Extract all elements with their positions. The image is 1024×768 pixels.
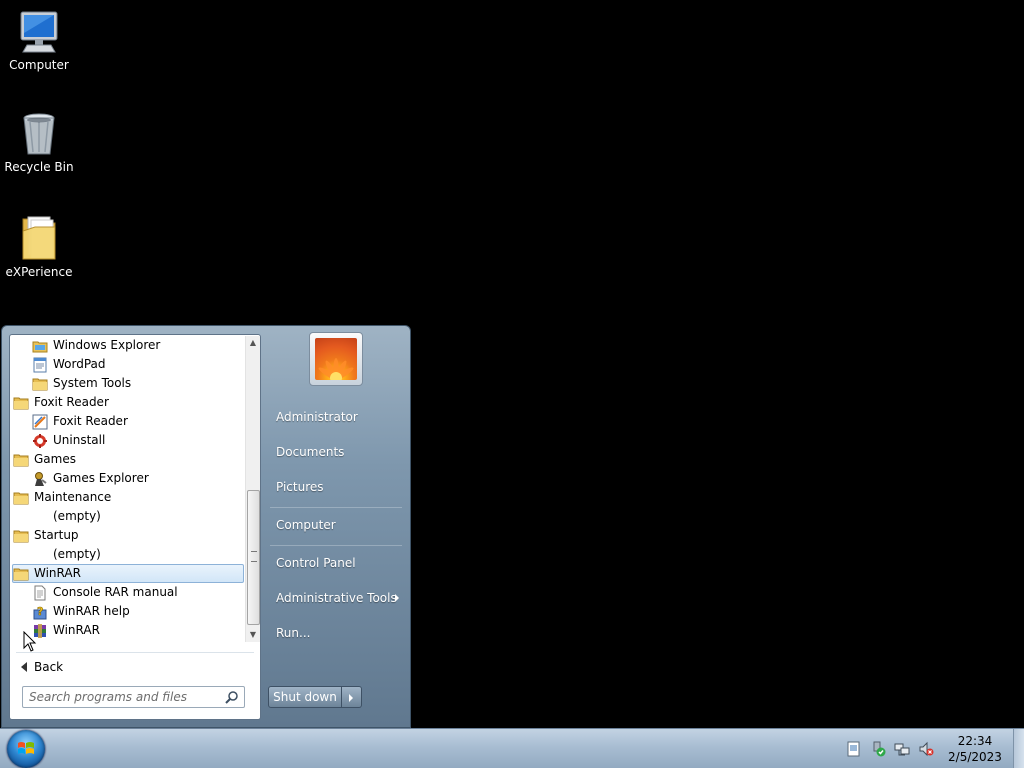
desktop-icon-experience[interactable]: eXPerience (0, 213, 78, 279)
windows-explorer-icon (32, 341, 48, 353)
program-uninstall[interactable]: Uninstall (12, 431, 244, 450)
desktop-icon-recycle-bin[interactable]: Recycle Bin (0, 110, 78, 174)
folder-icon (22, 216, 56, 260)
folder-icon (13, 568, 29, 581)
taskbar-clock[interactable]: 22:34 2/5/2023 (946, 733, 1004, 765)
start-button[interactable] (7, 730, 45, 768)
program-windows-explorer[interactable]: Windows Explorer (12, 336, 244, 355)
programs-scrollbar[interactable]: ▲ ▼ (245, 336, 260, 642)
menu-pictures[interactable]: Pictures (276, 480, 324, 494)
program-empty: (empty) (53, 509, 101, 523)
windows-logo-icon (18, 742, 34, 754)
volume-muted-icon[interactable] (918, 741, 934, 757)
text-document-icon (34, 585, 46, 601)
search-icon[interactable] (225, 690, 239, 704)
program-console-rar-manual[interactable]: Console RAR manual (12, 583, 244, 602)
scroll-thumb[interactable] (247, 490, 260, 625)
desktop-icon-label: Computer (9, 58, 69, 72)
flower-icon (318, 358, 354, 380)
programs-pane: Windows Explorer WordPad System Tools Fo… (9, 334, 261, 720)
desktop-icon-label: eXPerience (5, 265, 73, 279)
shutdown-options-button[interactable] (342, 686, 362, 708)
folder-icon (13, 454, 29, 467)
menu-computer[interactable]: Computer (276, 518, 336, 532)
back-button[interactable]: Back (19, 657, 119, 677)
program-winrar[interactable]: WinRAR (12, 621, 244, 640)
program-folder-maintenance[interactable]: Maintenance (12, 488, 244, 507)
scroll-down-arrow-icon[interactable]: ▼ (246, 628, 260, 642)
folder-icon (13, 492, 29, 505)
folder-icon (13, 397, 29, 410)
desktop-icon-computer[interactable]: Computer (0, 8, 78, 72)
uninstall-icon (33, 434, 47, 448)
menu-administrative-tools[interactable]: Administrative Tools (276, 591, 397, 605)
program-folder-games[interactable]: Games (12, 450, 244, 469)
search-input[interactable] (29, 689, 215, 705)
separator (16, 652, 254, 653)
program-folder-foxit-reader[interactable]: Foxit Reader (12, 393, 244, 412)
shutdown-button[interactable]: Shut down (268, 686, 342, 708)
separator (270, 545, 402, 546)
search-box[interactable] (22, 686, 245, 708)
program-folder-winrar[interactable]: WinRAR (12, 564, 244, 583)
program-folder-startup[interactable]: Startup (12, 526, 244, 545)
clock-time: 22:34 (957, 734, 993, 748)
menu-run[interactable]: Run... (276, 626, 310, 640)
user-picture[interactable] (309, 332, 363, 386)
safely-remove-hardware-icon[interactable] (870, 741, 886, 757)
scroll-up-arrow-icon[interactable]: ▲ (246, 336, 260, 350)
program-games-explorer[interactable]: Games Explorer (12, 469, 244, 488)
games-explorer-icon (35, 472, 47, 486)
folder-icon (32, 378, 48, 391)
taskbar: 22:34 2/5/2023 (0, 728, 1024, 768)
menu-administrator[interactable]: Administrator (276, 410, 358, 424)
program-wordpad[interactable]: WordPad (12, 355, 244, 374)
folder-icon (13, 530, 29, 543)
start-menu: Windows Explorer WordPad System Tools Fo… (1, 325, 411, 728)
desktop-icon-label: Recycle Bin (4, 160, 74, 174)
help-icon: ? (33, 605, 47, 620)
clock-date: 2/5/2023 (948, 750, 1002, 764)
separator (270, 507, 402, 508)
menu-documents[interactable]: Documents (276, 445, 344, 459)
computer-icon (20, 11, 58, 53)
user-avatar (315, 338, 357, 380)
all-programs-list: Windows Explorer WordPad System Tools Fo… (10, 335, 244, 643)
menu-control-panel[interactable]: Control Panel (276, 556, 356, 570)
network-icon[interactable] (894, 741, 910, 757)
recycle-bin-icon (23, 113, 55, 155)
program-winrar-help[interactable]: ? WinRAR help (12, 602, 244, 621)
svg-text:?: ? (37, 605, 43, 618)
mouse-cursor-icon (23, 631, 37, 652)
program-foxit-reader[interactable]: Foxit Reader (12, 412, 244, 431)
show-desktop-button[interactable] (1013, 729, 1024, 768)
program-empty: (empty) (53, 547, 101, 561)
foxit-reader-icon (32, 414, 48, 430)
back-arrow-icon (21, 662, 27, 672)
submenu-arrow-icon (395, 594, 399, 602)
wordpad-icon (33, 357, 47, 373)
program-system-tools[interactable]: System Tools (12, 374, 244, 393)
arrow-right-icon (349, 694, 353, 702)
action-center-icon[interactable] (846, 741, 862, 757)
